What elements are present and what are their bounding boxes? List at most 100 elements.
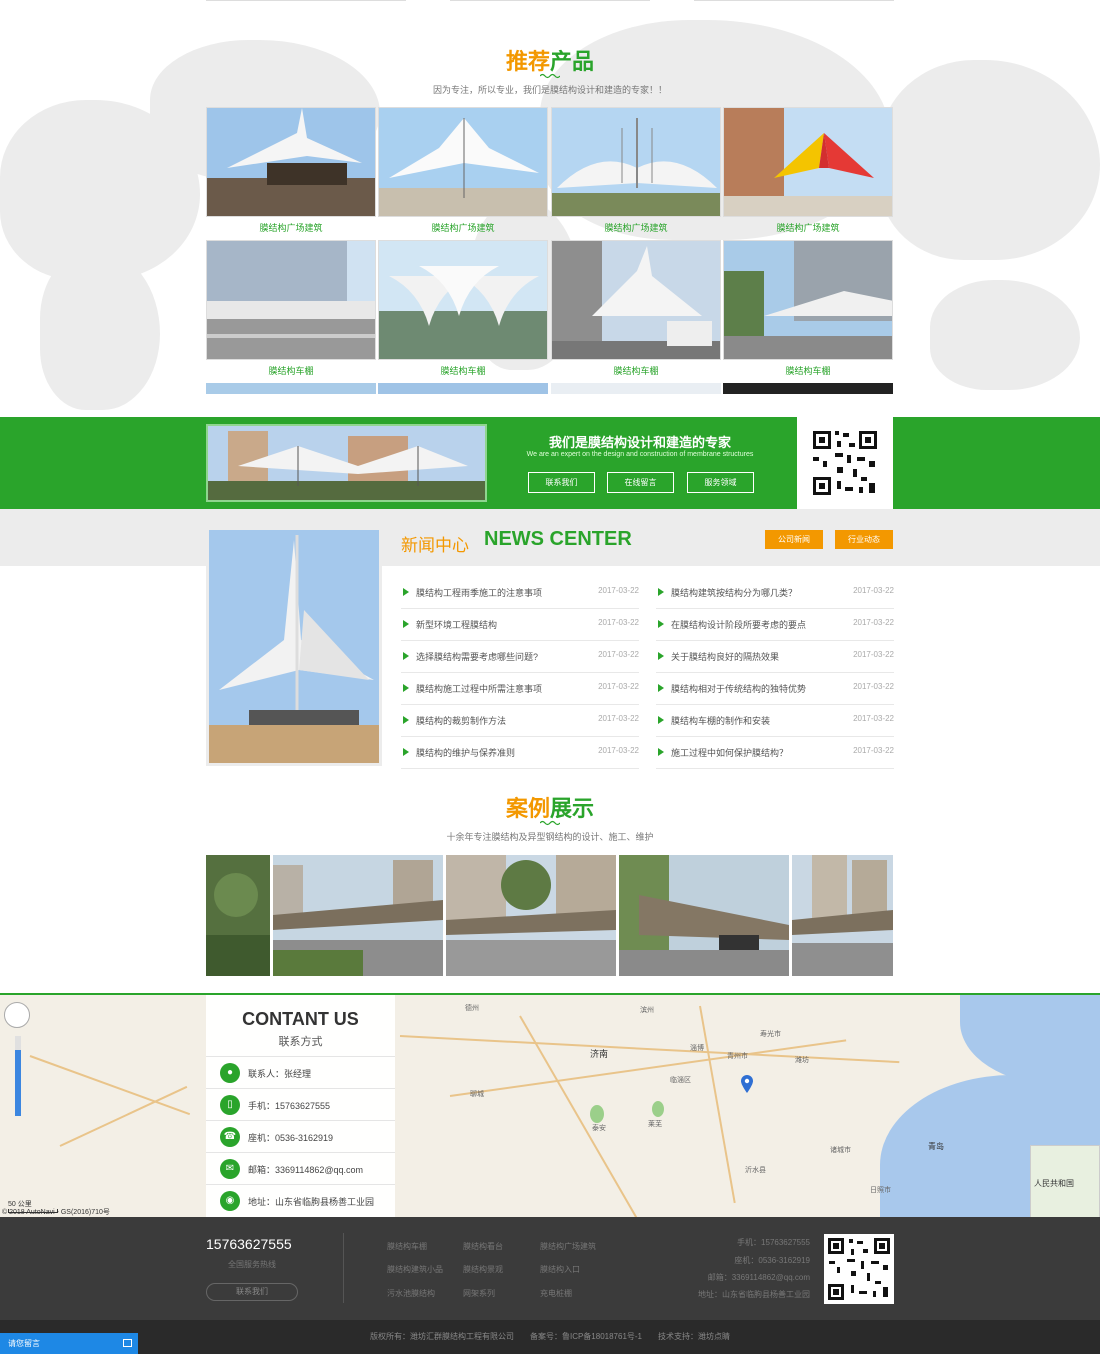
news-item-date: 2017-03-22 xyxy=(598,618,639,627)
service-area-button[interactable]: 服务领域 xyxy=(687,472,754,493)
news-item-title[interactable]: 膜结构相对于传统结构的独特优势 xyxy=(671,682,806,695)
contact-us-button[interactable]: 联系我们 xyxy=(528,472,595,493)
product-image[interactable] xyxy=(206,240,376,360)
footer-link[interactable]: 膜结构车棚 xyxy=(387,1241,427,1252)
news-item[interactable]: 膜结构的裁剪制作方法 2017-03-22 xyxy=(401,705,639,737)
product-card-3[interactable]: 膜结构广场建筑 xyxy=(551,107,721,234)
news-item[interactable]: 膜结构建筑按结构分为哪几类？ 2017-03-22 xyxy=(656,577,894,609)
footer-qr-code-icon xyxy=(824,1234,894,1304)
mobile-icon: ▯ xyxy=(220,1095,240,1115)
product-card-2[interactable]: 膜结构广场建筑 xyxy=(378,107,548,234)
news-item-title[interactable]: 选择膜结构需要考虑哪些问题? xyxy=(416,650,538,663)
bullet-triangle-icon xyxy=(658,748,664,756)
bullet-triangle-icon xyxy=(403,652,409,660)
product-caption[interactable]: 膜结构车棚 xyxy=(206,364,376,377)
contact-mobile: 手机：15763627555 xyxy=(248,1101,331,1111)
footer-link[interactable]: 膜结构景观 xyxy=(463,1264,503,1275)
product-caption[interactable]: 膜结构广场建筑 xyxy=(206,221,376,234)
location-map[interactable]: 济南 淄博 潍坊 青州市 泰安 莱芜 聊城 青岛 日照市 沂水县 德州 滨州 临… xyxy=(0,993,1100,1217)
online-message-button[interactable]: 在线留言 xyxy=(607,472,674,493)
news-item[interactable]: 选择膜结构需要考虑哪些问题? 2017-03-22 xyxy=(401,641,639,673)
news-title-en: NEWS CENTER xyxy=(484,528,632,550)
news-item-title[interactable]: 膜结构车棚的制作和安装 xyxy=(671,714,770,727)
footer-link[interactable]: 膜结构广场建筑 xyxy=(540,1241,596,1252)
footer-divider xyxy=(343,1233,344,1303)
map-pin-icon[interactable] xyxy=(741,1075,753,1093)
news-item[interactable]: 在膜结构设计阶段所要考虑的要点 2017-03-22 xyxy=(656,609,894,641)
contact-title-en: CONTANT US xyxy=(242,1009,359,1029)
product-caption[interactable]: 膜结构车棚 xyxy=(723,364,893,377)
footer-link[interactable]: 膜结构建筑小品 xyxy=(387,1264,443,1275)
product-caption[interactable]: 膜结构广场建筑 xyxy=(378,221,548,234)
news-item-title[interactable]: 膜结构的维护与保养准则 xyxy=(416,746,515,759)
product-caption[interactable]: 膜结构车棚 xyxy=(551,364,721,377)
news-item[interactable]: 关于膜结构良好的隔热效果 2017-03-22 xyxy=(656,641,894,673)
news-item[interactable]: 膜结构车棚的制作和安装 2017-03-22 xyxy=(656,705,894,737)
map-pan-icon[interactable] xyxy=(4,1002,30,1028)
leave-message-button[interactable]: 请您留言 xyxy=(0,1333,138,1354)
product-image[interactable] xyxy=(723,240,893,360)
product-image[interactable] xyxy=(551,107,721,217)
product-card-4[interactable]: 膜结构广场建筑 xyxy=(723,107,893,234)
footer-link[interactable]: 膜结构入口 xyxy=(540,1264,580,1275)
news-item-title[interactable]: 膜结构工程雨季施工的注意事项 xyxy=(416,586,542,599)
case-image[interactable] xyxy=(446,855,616,976)
news-item-title[interactable]: 关于膜结构良好的隔热效果 xyxy=(671,650,779,663)
news-item[interactable]: 施工过程中如何保护膜结构？ 2017-03-22 xyxy=(656,737,894,769)
product-caption[interactable]: 膜结构广场建筑 xyxy=(551,221,721,234)
news-item-date: 2017-03-22 xyxy=(598,650,639,659)
news-title-cn: 新闻中心 xyxy=(401,536,469,555)
product-card-8[interactable]: 膜结构车棚 xyxy=(723,240,893,377)
map-label: 诸城市 xyxy=(830,1147,851,1154)
news-item-title[interactable]: 膜结构施工过程中所需注意事项 xyxy=(416,682,542,695)
product-image[interactable] xyxy=(723,107,893,217)
phone-icon: ☎ xyxy=(220,1127,240,1147)
footer-contact-button[interactable]: 联系我们 xyxy=(206,1283,298,1301)
product-card-5[interactable]: 膜结构车棚 xyxy=(206,240,376,377)
contact-row-address: ◉ 地址：山东省临朐县杨善工业园 xyxy=(206,1184,395,1216)
case-image[interactable] xyxy=(619,855,789,976)
news-item-title[interactable]: 在膜结构设计阶段所要考虑的要点 xyxy=(671,618,806,631)
product-caption[interactable]: 膜结构广场建筑 xyxy=(723,221,893,234)
expand-window-icon[interactable] xyxy=(123,1339,132,1347)
news-item[interactable]: 膜结构工程雨季施工的注意事项 2017-03-22 xyxy=(401,577,639,609)
map-label: 日照市 xyxy=(870,1187,891,1194)
news-item-title[interactable]: 施工过程中如何保护膜结构？ xyxy=(671,746,788,759)
news-item-date: 2017-03-22 xyxy=(853,650,894,659)
map-label: 潍坊 xyxy=(795,1057,809,1064)
product-image[interactable] xyxy=(206,107,376,217)
product-image[interactable] xyxy=(551,240,721,360)
map-label: 寿光市 xyxy=(760,1031,781,1038)
map-zoom-control[interactable] xyxy=(4,1002,34,1116)
news-item-title[interactable]: 膜结构的裁剪制作方法 xyxy=(416,714,506,727)
case-image[interactable] xyxy=(792,855,893,976)
qr-code-icon xyxy=(797,417,893,509)
news-item-date: 2017-03-22 xyxy=(853,586,894,595)
news-item[interactable]: 膜结构施工过程中所需注意事项 2017-03-22 xyxy=(401,673,639,705)
tab-company-news[interactable]: 公司新闻 xyxy=(765,530,823,549)
map-zoom-slider[interactable] xyxy=(15,1036,21,1116)
product-caption[interactable]: 膜结构车棚 xyxy=(378,364,548,377)
product-image[interactable] xyxy=(378,107,548,217)
news-item-title[interactable]: 新型环境工程膜结构 xyxy=(416,618,497,631)
map-label: 德州 xyxy=(465,1005,479,1012)
footer-link[interactable]: 污水池膜结构 xyxy=(387,1288,435,1299)
product-card-7[interactable]: 膜结构车棚 xyxy=(551,240,721,377)
footer-link[interactable]: 充电桩棚 xyxy=(540,1288,572,1299)
news-item[interactable]: 膜结构的维护与保养准则 2017-03-22 xyxy=(401,737,639,769)
footer-link[interactable]: 网架系列 xyxy=(463,1288,495,1299)
footer-link[interactable]: 膜结构看台 xyxy=(463,1241,503,1252)
leave-message-label[interactable]: 请您留言 xyxy=(8,1339,40,1348)
news-item[interactable]: 膜结构相对于传统结构的独特优势 2017-03-22 xyxy=(656,673,894,705)
case-image[interactable] xyxy=(206,855,270,976)
case-image[interactable] xyxy=(273,855,443,976)
contact-row-phone: ☎ 座机：0536-3162919 xyxy=(206,1120,395,1152)
product-image[interactable] xyxy=(378,240,548,360)
footer-info-email: 邮箱：3369114862@qq.com xyxy=(707,1273,810,1282)
product-card-6[interactable]: 膜结构车棚 xyxy=(378,240,548,377)
product-card-1[interactable]: 膜结构广场建筑 xyxy=(206,107,376,234)
tab-industry-news[interactable]: 行业动态 xyxy=(835,530,893,549)
news-item[interactable]: 新型环境工程膜结构 2017-03-22 xyxy=(401,609,639,641)
news-item-title[interactable]: 膜结构建筑按结构分为哪几类？ xyxy=(671,586,797,599)
news-item-date: 2017-03-22 xyxy=(853,714,894,723)
